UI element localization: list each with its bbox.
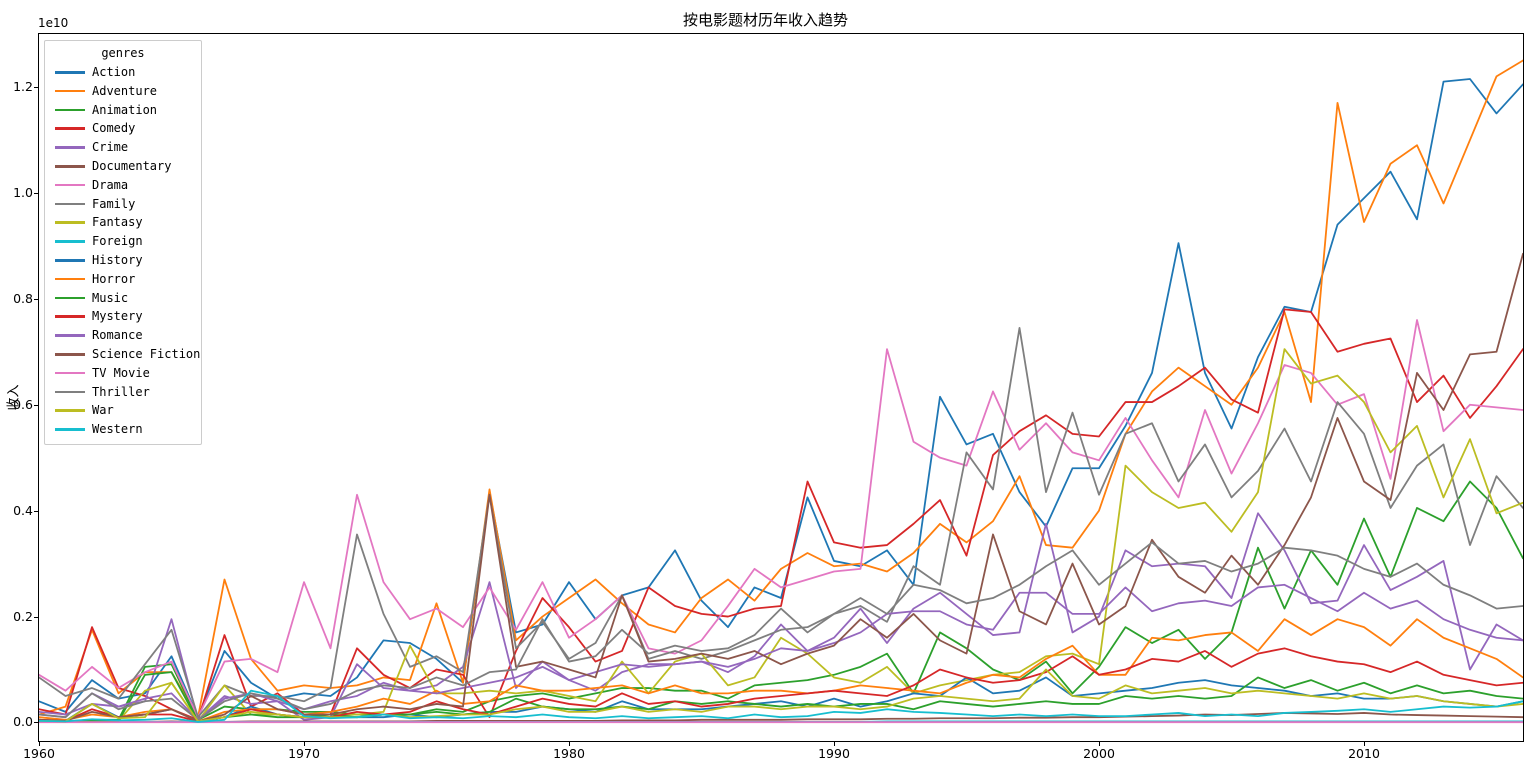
legend-color-swatch xyxy=(55,409,85,413)
legend-item-label: War xyxy=(92,403,114,418)
legend-item[interactable]: Animation xyxy=(51,101,195,120)
legend-color-swatch xyxy=(55,371,85,375)
chart-figure: 按电影题材历年收入趋势 1e10 收入 0.0 0.2 0.4 0.6 0.8 1.0 1.… xyxy=(0,0,1531,775)
legend-color-swatch xyxy=(55,165,85,168)
x-axis-tick-mark xyxy=(834,742,835,746)
legend-item[interactable]: Music xyxy=(51,289,195,308)
legend[interactable]: genres Action Adventure Animation Comedy Cri… xyxy=(44,40,202,445)
legend-item[interactable]: Mystery xyxy=(51,307,195,326)
legend-item[interactable]: Horror xyxy=(51,270,195,289)
legend-color-swatch xyxy=(55,183,85,187)
legend-item[interactable]: History xyxy=(51,251,195,270)
legend-color-swatch xyxy=(55,315,85,319)
legend-item-label: Romance xyxy=(92,328,143,343)
series-lines-svg xyxy=(39,34,1523,741)
legend-item[interactable]: War xyxy=(51,401,195,420)
x-axis-tick-label: 2000 xyxy=(1083,746,1115,761)
series-line xyxy=(39,328,1523,717)
legend-item[interactable]: Documentary xyxy=(51,157,195,176)
y-axis-tick-label: 0.0 xyxy=(13,714,33,730)
legend-item-label: History xyxy=(92,252,143,267)
legend-item-label: Comedy xyxy=(92,121,136,136)
series-line xyxy=(39,648,1523,721)
legend-item[interactable]: Family xyxy=(51,195,195,214)
legend-item[interactable]: TV Movie xyxy=(51,364,195,383)
series-line xyxy=(39,349,1523,721)
y-axis-tick-label: 0.4 xyxy=(13,502,33,518)
x-axis-tick-mark xyxy=(1099,742,1100,746)
legend-item[interactable]: Romance xyxy=(51,326,195,345)
legend-item-label: Action xyxy=(92,65,136,79)
legend-entries: Action Adventure Animation Comedy Crime Docum… xyxy=(51,63,200,439)
y-axis-tick-label: 0.2 xyxy=(13,608,33,624)
legend-item[interactable]: Drama xyxy=(51,176,195,195)
legend-color-swatch xyxy=(55,240,85,243)
legend-item-label: Animation xyxy=(92,102,158,117)
x-axis-tick-mark xyxy=(1364,742,1365,746)
legend-item-label: Documentary xyxy=(92,158,172,173)
legend-item[interactable]: Adventure xyxy=(51,82,195,101)
legend-color-swatch xyxy=(55,259,85,262)
y-axis-tick-label: 0.8 xyxy=(13,290,33,306)
series-line xyxy=(39,60,1523,717)
legend-item[interactable]: Western xyxy=(51,420,195,439)
x-axis-tick-mark xyxy=(304,742,305,746)
page-title: 按电影题材历年收入趋势 xyxy=(682,11,848,29)
legend-color-swatch xyxy=(55,202,85,206)
legend-color-swatch xyxy=(55,277,85,281)
legend-item-label: Thriller xyxy=(92,384,150,399)
legend-item[interactable]: Thriller xyxy=(51,383,195,402)
x-axis-tick-label: 1970 xyxy=(288,746,320,761)
x-axis-tick-label: 1960 xyxy=(23,746,55,761)
y-axis-tick-label: 1.0 xyxy=(13,184,33,200)
x-axis-tick-mark xyxy=(39,742,40,746)
plot-area xyxy=(38,33,1524,742)
legend-item-label: Fantasy xyxy=(92,215,143,230)
legend-item[interactable]: Science Fiction xyxy=(51,345,200,364)
y-axis-tick-label: 1.2 xyxy=(13,78,33,94)
legend-color-swatch xyxy=(55,146,85,149)
legend-color-swatch xyxy=(55,71,85,74)
legend-item-label: Family xyxy=(92,196,136,211)
legend-color-swatch xyxy=(55,428,85,431)
legend-color-swatch xyxy=(55,390,85,394)
legend-item-label: Drama xyxy=(92,177,129,192)
legend-item-label: Music xyxy=(92,290,129,305)
y-axis-tick-label: 0.6 xyxy=(13,396,33,412)
x-axis-tick-mark xyxy=(569,742,570,746)
series-line xyxy=(39,254,1523,722)
legend-item[interactable]: Foreign xyxy=(51,232,195,251)
legend-item-label: Adventure xyxy=(92,83,158,98)
legend-item-label: TV Movie xyxy=(92,365,150,380)
legend-color-swatch xyxy=(55,108,85,112)
legend-color-swatch xyxy=(55,221,85,225)
legend-color-swatch xyxy=(55,334,85,337)
legend-item-label: Western xyxy=(92,422,143,437)
y-axis-offset-label: 1e10 xyxy=(38,16,69,30)
legend-color-swatch xyxy=(55,296,85,300)
legend-item-label: Foreign xyxy=(92,234,143,249)
legend-item[interactable]: Crime xyxy=(51,138,195,157)
legend-color-swatch xyxy=(55,353,85,356)
legend-color-swatch xyxy=(55,89,85,93)
x-axis-tick-label: 2010 xyxy=(1348,746,1380,761)
legend-item-label: Horror xyxy=(92,271,136,286)
series-line xyxy=(39,320,1523,717)
legend-item-label: Mystery xyxy=(92,309,143,324)
series-line xyxy=(39,79,1523,717)
x-axis-tick-label: 1980 xyxy=(553,746,585,761)
legend-item[interactable]: Fantasy xyxy=(51,213,195,232)
legend-item-label: Science Fiction xyxy=(92,346,201,361)
x-axis-tick-label: 1990 xyxy=(818,746,850,761)
legend-title: genres xyxy=(101,46,145,60)
legend-item[interactable]: Action xyxy=(51,63,195,82)
legend-item-label: Crime xyxy=(92,140,129,155)
legend-color-swatch xyxy=(55,127,85,131)
legend-item[interactable]: Comedy xyxy=(51,119,195,138)
